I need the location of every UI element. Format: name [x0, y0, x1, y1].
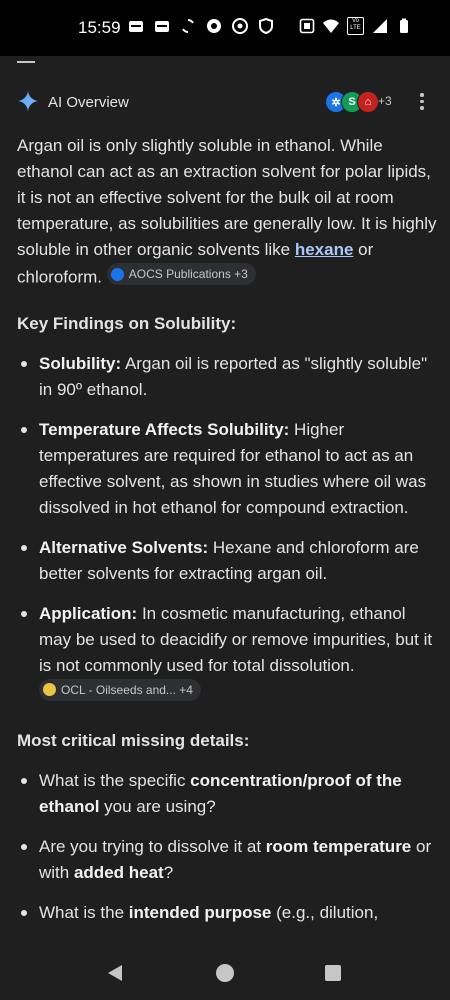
source-avatars[interactable]: ✲ S ⌂	[325, 91, 379, 113]
navigation-bar	[0, 948, 450, 1000]
intro-paragraph: Argan oil is only slightly soluble in et…	[17, 136, 437, 287]
citation-chip[interactable]: AOCS Publications +3	[106, 263, 256, 285]
source-avatar[interactable]: ⌂	[357, 91, 379, 113]
back-icon[interactable]	[106, 964, 124, 982]
wifi-icon	[323, 19, 339, 33]
source-icon	[110, 267, 124, 281]
key-findings-list: Solubility: Argan oil is reported as "sl…	[17, 351, 437, 707]
ai-overview-title: AI Overview	[48, 94, 129, 111]
battery-icon	[400, 18, 408, 33]
list-item: Application: In cosmetic manufacturing, …	[17, 601, 437, 707]
sync-icon	[182, 19, 194, 33]
record-icon	[207, 19, 221, 33]
status-bar: 15:59 Vo LTE	[0, 0, 450, 56]
sources-count[interactable]: +3	[378, 94, 392, 108]
source-icon	[43, 683, 56, 696]
recents-icon[interactable]	[325, 965, 341, 981]
chrome-icon	[232, 18, 248, 34]
list-item: Temperature Affects Solubility: Higher t…	[17, 417, 437, 521]
list-item: Are you trying to dissolve it at room te…	[17, 834, 437, 886]
list-item: What is the intended purpose (e.g., dilu…	[17, 900, 437, 926]
volte-icon: Vo LTE	[347, 17, 364, 35]
list-item: What is the specific concentration/proof…	[17, 768, 437, 820]
citation-chip[interactable]: OCL - Oilseeds and... +4	[39, 678, 201, 701]
signal-icon	[373, 19, 387, 33]
mail-icon	[129, 21, 143, 32]
status-time: 15:59	[78, 18, 121, 37]
key-findings-heading: Key Findings on Solubility:	[17, 313, 237, 333]
menu-handle[interactable]	[17, 61, 35, 63]
shield-icon	[259, 18, 273, 34]
missing-details-heading: Most critical missing details:	[17, 731, 250, 750]
nfc-icon	[299, 18, 315, 34]
more-options-icon[interactable]	[419, 93, 425, 111]
hexane-link[interactable]: hexane	[295, 240, 354, 259]
ai-overview-content: Argan oil is only slightly soluble in et…	[17, 133, 437, 926]
list-item: Alternative Solvents: Hexane and chlorof…	[17, 535, 437, 587]
sparkle-icon	[17, 90, 39, 112]
mail-icon	[155, 21, 169, 32]
home-icon[interactable]	[216, 964, 234, 982]
ai-overview-header: AI Overview ✲ S ⌂ +3	[17, 90, 437, 116]
list-item: Solubility: Argan oil is reported as "sl…	[17, 351, 437, 403]
missing-details-list: What is the specific concentration/proof…	[17, 768, 437, 926]
